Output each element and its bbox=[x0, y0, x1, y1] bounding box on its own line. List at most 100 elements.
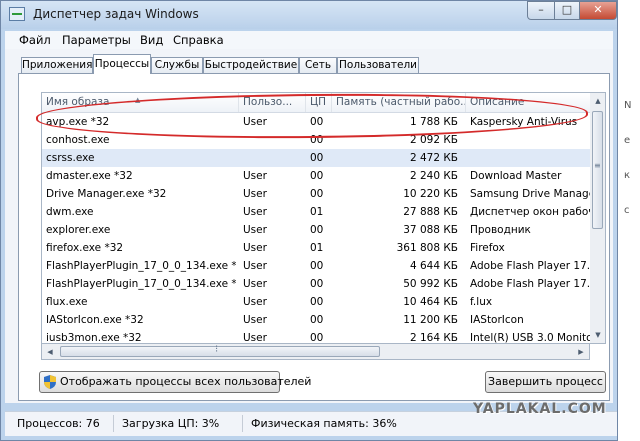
tab-users[interactable]: Пользователи bbox=[337, 57, 419, 73]
process-cpu: 00 bbox=[310, 188, 324, 200]
column-header-memory[interactable]: Память (частный рабо... bbox=[332, 93, 466, 112]
background-char: N bbox=[624, 100, 632, 111]
process-memory: 2 240 КБ bbox=[409, 170, 458, 182]
process-cpu: 00 bbox=[310, 278, 324, 290]
process-user: User bbox=[243, 296, 267, 308]
background-char: к bbox=[624, 170, 631, 181]
memory-usage: Физическая память: 36% bbox=[251, 417, 397, 430]
process-name: firefox.exe *32 bbox=[46, 242, 124, 254]
title-bar[interactable]: Диспетчер задач Windows – □ ✕ bbox=[1, 1, 617, 29]
menu-help[interactable]: Справка bbox=[173, 33, 224, 47]
end-process-button[interactable]: Завершить процесс bbox=[485, 371, 606, 393]
process-memory: 361 808 КБ bbox=[396, 242, 458, 254]
process-memory: 2 472 КБ bbox=[409, 152, 458, 164]
process-user: User bbox=[243, 332, 267, 344]
background-char: е bbox=[624, 135, 631, 146]
scroll-up-icon[interactable]: ▲ bbox=[590, 93, 606, 109]
process-description: Intel(R) USB 3.0 Monitor bbox=[470, 332, 590, 344]
process-user: User bbox=[243, 206, 267, 218]
table-row[interactable]: dmaster.exe *32 User 00 2 240 КБ Downloa… bbox=[42, 167, 590, 185]
cpu-usage: Загрузка ЦП: 3% bbox=[122, 417, 220, 430]
tab-applications[interactable]: Приложения bbox=[21, 57, 93, 73]
table-row[interactable]: conhost.exe 00 2 092 КБ bbox=[42, 131, 590, 149]
process-name: conhost.exe bbox=[46, 134, 110, 146]
scroll-left-icon[interactable]: ◀ bbox=[42, 344, 58, 360]
process-description bbox=[470, 131, 590, 149]
scroll-down-icon[interactable]: ▼ bbox=[590, 327, 606, 343]
task-manager-window: Диспетчер задач Windows – □ ✕ Файл Парам… bbox=[0, 0, 618, 441]
process-user: User bbox=[243, 314, 267, 326]
process-description: Download Master bbox=[470, 170, 562, 182]
process-name: FlashPlayerPlugin_17_0_0_134.exe *32 bbox=[46, 278, 236, 290]
minimize-button[interactable]: – bbox=[527, 1, 555, 20]
column-header-description[interactable]: Описание bbox=[466, 93, 590, 112]
process-memory: 11 200 КБ bbox=[403, 314, 458, 326]
process-cpu: 00 bbox=[310, 224, 324, 236]
process-user: User bbox=[243, 278, 267, 290]
background-char: с bbox=[624, 205, 630, 216]
process-cpu: 00 bbox=[310, 116, 324, 128]
horizontal-scroll-thumb[interactable] bbox=[60, 344, 380, 357]
process-description: Проводник bbox=[470, 224, 531, 236]
menu-view[interactable]: Вид bbox=[140, 33, 163, 47]
process-user: User bbox=[243, 170, 267, 182]
process-user: User bbox=[243, 224, 267, 236]
process-name: explorer.exe bbox=[46, 224, 111, 236]
process-description: Samsung Drive Manager bbox=[470, 188, 590, 200]
process-user: User bbox=[243, 260, 267, 272]
process-memory: 10 220 КБ bbox=[403, 188, 458, 200]
process-name: Drive Manager.exe *32 bbox=[46, 188, 167, 200]
table-row[interactable]: IAStorIcon.exe *32 User 00 11 200 КБ IAS… bbox=[42, 311, 590, 329]
menu-options[interactable]: Параметры bbox=[62, 33, 131, 47]
tab-performance[interactable]: Быстродействие bbox=[203, 57, 299, 73]
watermark: YAPLAKAL.COM bbox=[473, 401, 607, 417]
table-row[interactable]: firefox.exe *32 User 01 361 808 КБ Firef… bbox=[42, 239, 590, 257]
table-row[interactable]: FlashPlayerPlugin_17_0_0_134.exe *32 Use… bbox=[42, 257, 590, 275]
process-user: User bbox=[243, 116, 267, 128]
process-memory: 2 164 КБ bbox=[409, 332, 458, 344]
process-cpu: 00 bbox=[310, 332, 324, 344]
process-name: avp.exe *32 bbox=[46, 116, 110, 128]
maximize-button[interactable]: □ bbox=[554, 1, 580, 20]
tab-network[interactable]: Сеть bbox=[299, 57, 337, 73]
process-description: Диспетчер окон рабочег bbox=[470, 206, 590, 218]
process-description: Firefox bbox=[470, 242, 505, 254]
table-row[interactable]: FlashPlayerPlugin_17_0_0_134.exe *32 Use… bbox=[42, 275, 590, 293]
table-row[interactable]: flux.exe User 00 10 464 КБ f.lux bbox=[42, 293, 590, 311]
process-name: iusb3mon.exe *32 bbox=[46, 332, 142, 344]
table-row[interactable]: iusb3mon.exe *32 User 00 2 164 КБ Intel(… bbox=[42, 329, 590, 344]
process-user bbox=[243, 149, 303, 167]
column-header-user[interactable]: Пользо... bbox=[239, 93, 306, 112]
menu-file[interactable]: Файл bbox=[19, 33, 51, 47]
process-cpu: 00 bbox=[310, 170, 324, 182]
table-row[interactable]: Drive Manager.exe *32 User 00 10 220 КБ … bbox=[42, 185, 590, 203]
process-name: dwm.exe bbox=[46, 206, 94, 218]
table-row[interactable]: dwm.exe User 01 27 888 КБ Диспетчер окон… bbox=[42, 203, 590, 221]
scroll-right-icon[interactable]: ▶ bbox=[573, 344, 589, 360]
table-row-selected[interactable]: csrss.exe 00 2 472 КБ bbox=[42, 149, 590, 167]
process-user: User bbox=[243, 242, 267, 254]
process-cpu: 00 bbox=[310, 152, 324, 164]
table-row[interactable]: explorer.exe User 00 37 088 КБ Проводник bbox=[42, 221, 590, 239]
column-label: Имя образа bbox=[46, 96, 110, 108]
vertical-scroll-thumb[interactable] bbox=[592, 111, 603, 229]
column-header-image-name[interactable]: Имя образа ▲ bbox=[42, 93, 239, 112]
process-cpu: 00 bbox=[310, 134, 324, 146]
status-separator bbox=[242, 415, 243, 432]
close-button[interactable]: ✕ bbox=[579, 1, 617, 20]
sort-up-icon: ▲ bbox=[135, 96, 141, 104]
show-all-processes-button[interactable]: Отображать процессы всех пользователей bbox=[39, 371, 311, 393]
process-cpu: 01 bbox=[310, 206, 324, 218]
process-name: IAStorIcon.exe *32 bbox=[46, 314, 144, 326]
task-manager-icon bbox=[9, 7, 25, 21]
table-row[interactable]: avp.exe *32 User 00 1 788 КБ Kaspersky A… bbox=[42, 113, 590, 131]
horizontal-scrollbar[interactable]: ◀ ▶ bbox=[41, 344, 590, 360]
tab-services[interactable]: Службы bbox=[151, 57, 203, 73]
tab-processes[interactable]: Процессы bbox=[93, 54, 151, 74]
vertical-scrollbar[interactable]: ▲ ▼ bbox=[590, 92, 606, 344]
column-header-cpu[interactable]: ЦП bbox=[306, 93, 332, 112]
menu-bar: Файл Параметры Вид Справка bbox=[5, 31, 613, 49]
process-description: f.lux bbox=[470, 296, 493, 308]
process-memory: 2 092 КБ bbox=[409, 134, 458, 146]
process-name: FlashPlayerPlugin_17_0_0_134.exe *32 bbox=[46, 260, 236, 272]
